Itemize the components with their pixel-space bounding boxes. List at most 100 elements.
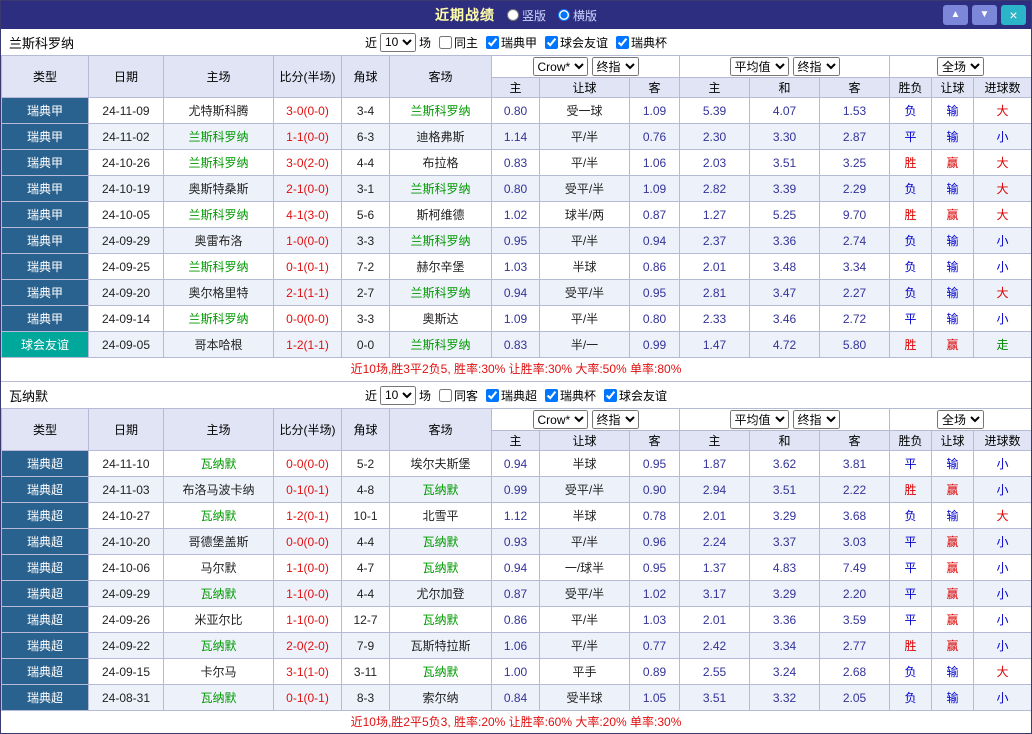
home-team-cell: 兰斯科罗纳 bbox=[164, 306, 274, 332]
average-select[interactable]: 平均值 bbox=[730, 57, 789, 76]
title-bar-center: 近期战绩 竖版 横版 bbox=[1, 5, 1031, 25]
column-subheader: 让球 bbox=[540, 78, 630, 98]
result-wdl-cell: 负 bbox=[890, 503, 932, 529]
league-filter-checkbox-2[interactable]: 球会友谊 bbox=[540, 34, 608, 51]
column-header: 角球 bbox=[342, 409, 390, 451]
company-select[interactable]: Crow* bbox=[533, 57, 588, 76]
date-cell: 24-11-09 bbox=[89, 98, 164, 124]
league-cell: 瑞典超 bbox=[2, 581, 89, 607]
league-cell: 瑞典超 bbox=[2, 633, 89, 659]
scope-select[interactable]: 全场 bbox=[937, 410, 984, 429]
league-filter-checkbox-3[interactable]: 瑞典杯 bbox=[611, 34, 667, 51]
same-venue-checkbox-input[interactable] bbox=[439, 36, 452, 49]
match-row: 瑞典超24-11-10瓦纳默0-0(0-0)5-2埃尔夫斯堡0.94半球0.95… bbox=[2, 451, 1032, 477]
league-filter-input-2[interactable] bbox=[545, 389, 558, 402]
avg-draw-cell: 3.30 bbox=[750, 124, 820, 150]
away-team-cell: 兰斯科罗纳 bbox=[390, 280, 492, 306]
score-cell: 0-1(0-1) bbox=[274, 685, 342, 711]
match-row: 瑞典超24-09-29瓦纳默1-1(0-0)4-4尤尔加登0.87受平/半1.0… bbox=[2, 581, 1032, 607]
away-odds-cell: 1.02 bbox=[630, 581, 680, 607]
league-filter-input-1[interactable] bbox=[486, 36, 499, 49]
away-odds-cell: 0.86 bbox=[630, 254, 680, 280]
recent-count-select[interactable]: 10 bbox=[380, 386, 416, 405]
company-select[interactable]: Crow* bbox=[533, 410, 588, 429]
avg-draw-cell: 3.46 bbox=[750, 306, 820, 332]
column-subheader: 客 bbox=[630, 431, 680, 451]
home-team-cell: 卡尔马 bbox=[164, 659, 274, 685]
result-wdl-cell: 负 bbox=[890, 98, 932, 124]
result-goals-cell: 小 bbox=[974, 306, 1032, 332]
same-venue-checkbox[interactable]: 同主 bbox=[434, 34, 478, 51]
league-filter-checkbox-2[interactable]: 瑞典杯 bbox=[540, 387, 596, 404]
avg-draw-cell: 3.29 bbox=[750, 581, 820, 607]
league-filter-input-2[interactable] bbox=[545, 36, 558, 49]
avg-away-cell: 3.25 bbox=[820, 150, 890, 176]
league-filter-checkbox-1[interactable]: 瑞典甲 bbox=[481, 34, 537, 51]
games-label: 场 bbox=[419, 34, 431, 51]
score-cell: 0-0(0-0) bbox=[274, 451, 342, 477]
league-cell: 瑞典超 bbox=[2, 607, 89, 633]
same-venue-checkbox[interactable]: 同客 bbox=[434, 387, 478, 404]
score-cell: 4-1(3-0) bbox=[274, 202, 342, 228]
avg-draw-cell: 3.34 bbox=[750, 633, 820, 659]
league-cell: 瑞典甲 bbox=[2, 254, 89, 280]
home-team-cell: 瓦纳默 bbox=[164, 451, 274, 477]
avg-home-cell: 2.01 bbox=[680, 607, 750, 633]
average-select[interactable]: 平均值 bbox=[730, 410, 789, 429]
same-venue-label: 同客 bbox=[454, 387, 478, 404]
home-odds-cell: 0.94 bbox=[492, 555, 540, 581]
handicap-cell: 平/半 bbox=[540, 228, 630, 254]
result-handicap-cell: 输 bbox=[932, 503, 974, 529]
odds-stage-select[interactable]: 终指 bbox=[592, 57, 639, 76]
result-goals-cell: 小 bbox=[974, 685, 1032, 711]
odds-stage-select[interactable]: 终指 bbox=[592, 410, 639, 429]
vertical-layout-radio[interactable] bbox=[507, 9, 519, 21]
layout-option-vertical[interactable]: 竖版 bbox=[507, 7, 546, 24]
league-filter-checkbox-1[interactable]: 瑞典超 bbox=[481, 387, 537, 404]
scope-select[interactable]: 全场 bbox=[937, 57, 984, 76]
league-cell: 瑞典超 bbox=[2, 685, 89, 711]
league-filter-label: 瑞典杯 bbox=[560, 387, 596, 404]
result-handicap-cell: 赢 bbox=[932, 555, 974, 581]
corner-cell: 7-9 bbox=[342, 633, 390, 659]
home-odds-cell: 0.80 bbox=[492, 176, 540, 202]
avg-stage-select[interactable]: 终指 bbox=[793, 57, 840, 76]
avg-draw-cell: 3.36 bbox=[750, 607, 820, 633]
home-odds-cell: 1.06 bbox=[492, 633, 540, 659]
move-up-button[interactable]: ▲ bbox=[943, 5, 968, 25]
column-subheader: 胜负 bbox=[890, 78, 932, 98]
result-wdl-cell: 负 bbox=[890, 685, 932, 711]
avg-away-cell: 2.72 bbox=[820, 306, 890, 332]
home-odds-cell: 1.14 bbox=[492, 124, 540, 150]
avg-home-cell: 1.37 bbox=[680, 555, 750, 581]
result-handicap-cell: 输 bbox=[932, 659, 974, 685]
avg-away-cell: 2.05 bbox=[820, 685, 890, 711]
away-odds-cell: 1.09 bbox=[630, 176, 680, 202]
same-venue-checkbox-input[interactable] bbox=[439, 389, 452, 402]
league-filter-input-3[interactable] bbox=[604, 389, 617, 402]
result-handicap-cell: 输 bbox=[932, 451, 974, 477]
result-goals-cell: 大 bbox=[974, 659, 1032, 685]
close-button[interactable]: × bbox=[1001, 5, 1026, 25]
layout-option-horizontal[interactable]: 横版 bbox=[558, 7, 597, 24]
league-filter-checkbox-3[interactable]: 球会友谊 bbox=[599, 387, 667, 404]
horizontal-layout-radio[interactable] bbox=[558, 9, 570, 21]
league-filter-input-3[interactable] bbox=[616, 36, 629, 49]
result-handicap-cell: 赢 bbox=[932, 477, 974, 503]
corner-cell: 3-1 bbox=[342, 176, 390, 202]
recent-count-select[interactable]: 10 bbox=[380, 33, 416, 52]
league-filter-input-1[interactable] bbox=[486, 389, 499, 402]
header-select-cell: 平均值终指 bbox=[680, 409, 890, 431]
avg-stage-select[interactable]: 终指 bbox=[793, 410, 840, 429]
filter-bar: 近10场同客瑞典超瑞典杯球会友谊 bbox=[365, 386, 667, 405]
move-down-button[interactable]: ▼ bbox=[972, 5, 997, 25]
column-subheader: 让球 bbox=[932, 78, 974, 98]
avg-home-cell: 2.33 bbox=[680, 306, 750, 332]
avg-away-cell: 3.81 bbox=[820, 451, 890, 477]
section-header: 瓦纳默近10场同客瑞典超瑞典杯球会友谊 bbox=[1, 382, 1031, 408]
result-goals-cell: 小 bbox=[974, 633, 1032, 659]
score-cell: 0-0(0-0) bbox=[274, 529, 342, 555]
result-wdl-cell: 平 bbox=[890, 306, 932, 332]
result-wdl-cell: 胜 bbox=[890, 150, 932, 176]
date-cell: 24-10-27 bbox=[89, 503, 164, 529]
